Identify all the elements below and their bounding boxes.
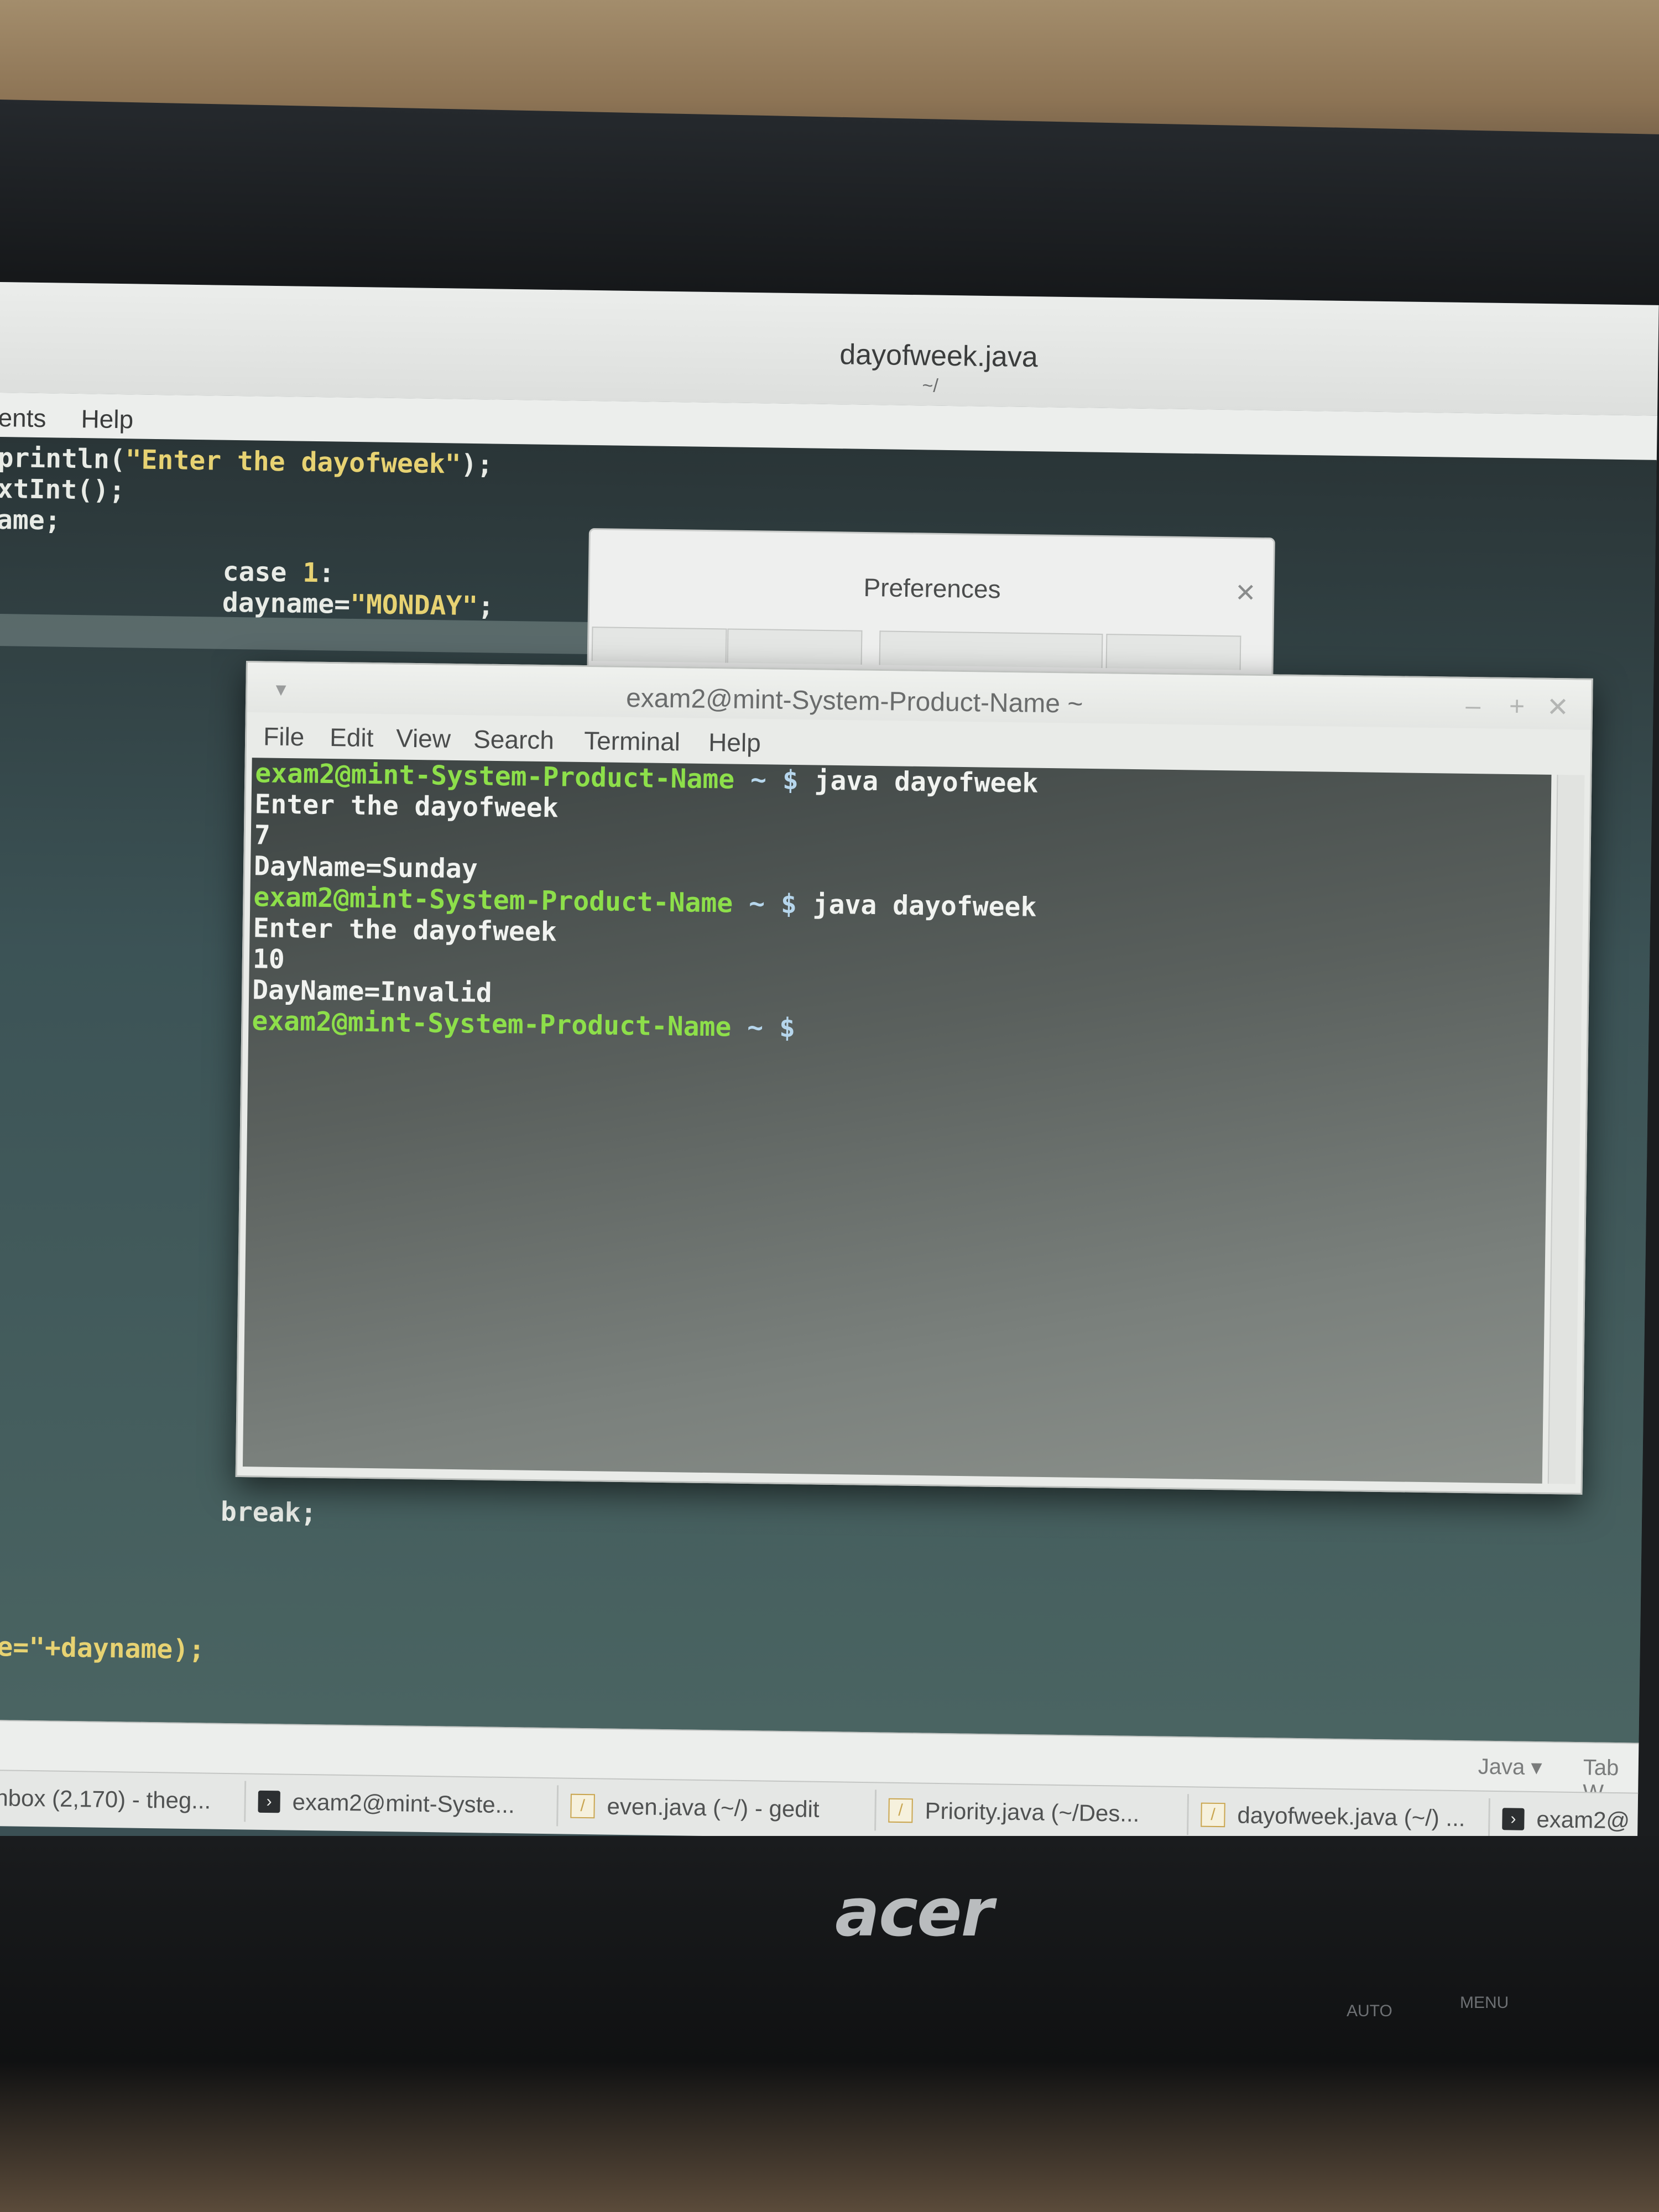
maximize-icon[interactable]: + [1509, 691, 1525, 722]
window-menu-icon[interactable]: ▼ [272, 680, 290, 700]
taskbar-item-inbox[interactable]: Inbox (2,170) - theg... [0, 1777, 247, 1822]
document-icon: / [1201, 1802, 1225, 1828]
code-line: case 1: [222, 556, 335, 589]
code-line: break; [220, 1496, 317, 1529]
close-icon[interactable]: ✕ [1235, 577, 1256, 608]
menu-help[interactable]: Help [708, 727, 761, 758]
terminal-output-line: DayName=Invalid [252, 974, 493, 1009]
acer-logo: acer [835, 1875, 994, 1952]
gedit-title: dayofweek.java [839, 338, 1039, 374]
terminal-icon: › [258, 1790, 280, 1813]
taskbar-item-priority-java[interactable]: / Priority.java (~/Des... [877, 1790, 1190, 1835]
chevron-down-icon: ▾ [1531, 1755, 1542, 1780]
terminal-window: ▼ exam2@mint-System-Product-Name ~ – + ✕… [235, 661, 1593, 1495]
current-line-highlight [0, 613, 604, 655]
menu-file[interactable]: File [263, 721, 305, 752]
close-icon[interactable]: ✕ [1547, 692, 1569, 723]
terminal-output-line: DayName=Sunday [253, 851, 478, 885]
menu-search[interactable]: Search [473, 724, 554, 755]
preferences-tab[interactable] [879, 630, 1103, 668]
terminal-title: exam2@mint-System-Product-Name ~ [625, 684, 1083, 719]
monitor-bezel-bottom: acer AUTO MENU [0, 1836, 1659, 2212]
terminal-output[interactable]: exam2@mint-System-Product-Name ~ $ java … [242, 758, 1552, 1484]
menu-documents[interactable]: ents [0, 403, 46, 433]
terminal-prompt-line: exam2@mint-System-Product-Name ~ $ [252, 1005, 796, 1044]
taskbar-item-terminal-2[interactable]: › exam2@ [1491, 1798, 1638, 1841]
menu-help[interactable]: Help [81, 404, 133, 434]
document-icon: / [570, 1793, 595, 1819]
terminal-scrollbar[interactable] [1547, 775, 1585, 1484]
document-icon: / [888, 1798, 913, 1823]
language-selector[interactable]: Java ▾ [1478, 1754, 1542, 1781]
terminal-output-line: 10 [252, 943, 285, 975]
code-line: me="+dayname); [0, 1631, 205, 1666]
code-line: dayname="MONDAY"; [222, 587, 494, 622]
terminal-icon: › [1502, 1808, 1525, 1830]
code-line: xtInt(); [0, 473, 126, 507]
preferences-tab[interactable] [1105, 634, 1241, 670]
menu-view[interactable]: View [396, 723, 451, 754]
preferences-tab[interactable] [591, 627, 727, 663]
terminal-output-line: Enter the dayofweek [254, 789, 559, 824]
preferences-title: Preferences [863, 572, 1001, 604]
minimize-icon[interactable]: – [1465, 691, 1480, 721]
gedit-subtitle: ~/ [922, 375, 939, 397]
taskbar-item-even-java[interactable]: / even.java (~/) - gedit [559, 1785, 877, 1831]
monitor-menu-button[interactable]: MENU [1460, 1994, 1509, 2012]
code-line: ame; [0, 504, 61, 536]
preferences-tab[interactable] [727, 628, 863, 665]
terminal-output-line: Enter the dayofweek [253, 912, 557, 948]
menu-edit[interactable]: Edit [330, 722, 374, 753]
taskbar-item-dayofweek-java[interactable]: / dayofweek.java (~/) ... [1189, 1794, 1490, 1839]
taskbar-item-terminal[interactable]: › exam2@mint-Syste... [247, 1781, 559, 1827]
monitor-auto-button[interactable]: AUTO [1347, 2002, 1392, 2021]
menu-terminal[interactable]: Terminal [584, 726, 681, 757]
terminal-output-line: 7 [254, 820, 271, 851]
